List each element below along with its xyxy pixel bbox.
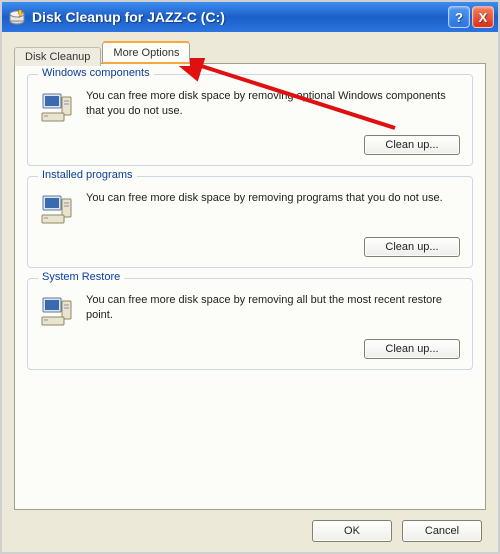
tab-more-options[interactable]: More Options (102, 42, 190, 64)
close-icon: X (479, 10, 488, 25)
group-windows-components: Windows components You can free more dis… (27, 74, 473, 166)
app-icon (8, 8, 26, 26)
cleanup-windows-components-button[interactable]: Clean up... (364, 135, 460, 155)
close-button[interactable]: X (472, 6, 494, 28)
computer-icon (40, 193, 74, 227)
cleanup-installed-programs-button[interactable]: Clean up... (364, 237, 460, 257)
ok-button[interactable]: OK (312, 520, 392, 542)
titlebar: Disk Cleanup for JAZZ-C (C:) ? X (2, 2, 498, 32)
tabpanel-more-options: Windows components You can free more dis… (14, 63, 486, 510)
help-icon: ? (455, 10, 463, 25)
tabstrip: Disk Cleanup More Options (14, 42, 486, 64)
tab-label: Disk Cleanup (25, 51, 90, 63)
group-title: System Restore (38, 271, 124, 283)
group-title: Windows components (38, 67, 154, 79)
group-text: You can free more disk space by removing… (86, 89, 460, 119)
cancel-button[interactable]: Cancel (402, 520, 482, 542)
group-text: You can free more disk space by removing… (86, 191, 460, 206)
tab-label: More Options (113, 47, 179, 59)
group-installed-programs: Installed programs You can free more dis… (27, 176, 473, 268)
tab-disk-cleanup[interactable]: Disk Cleanup (14, 47, 101, 66)
cleanup-system-restore-button[interactable]: Clean up... (364, 339, 460, 359)
group-system-restore: System Restore You can free more disk sp… (27, 278, 473, 370)
group-text: You can free more disk space by removing… (86, 293, 460, 323)
dialog-body: Disk Cleanup More Options Windows compon… (2, 32, 498, 552)
computer-icon (40, 91, 74, 125)
dialog-buttons: OK Cancel (14, 510, 486, 544)
computer-icon (40, 295, 74, 329)
window-title: Disk Cleanup for JAZZ-C (C:) (32, 9, 446, 25)
group-title: Installed programs (38, 169, 137, 181)
help-button[interactable]: ? (448, 6, 470, 28)
